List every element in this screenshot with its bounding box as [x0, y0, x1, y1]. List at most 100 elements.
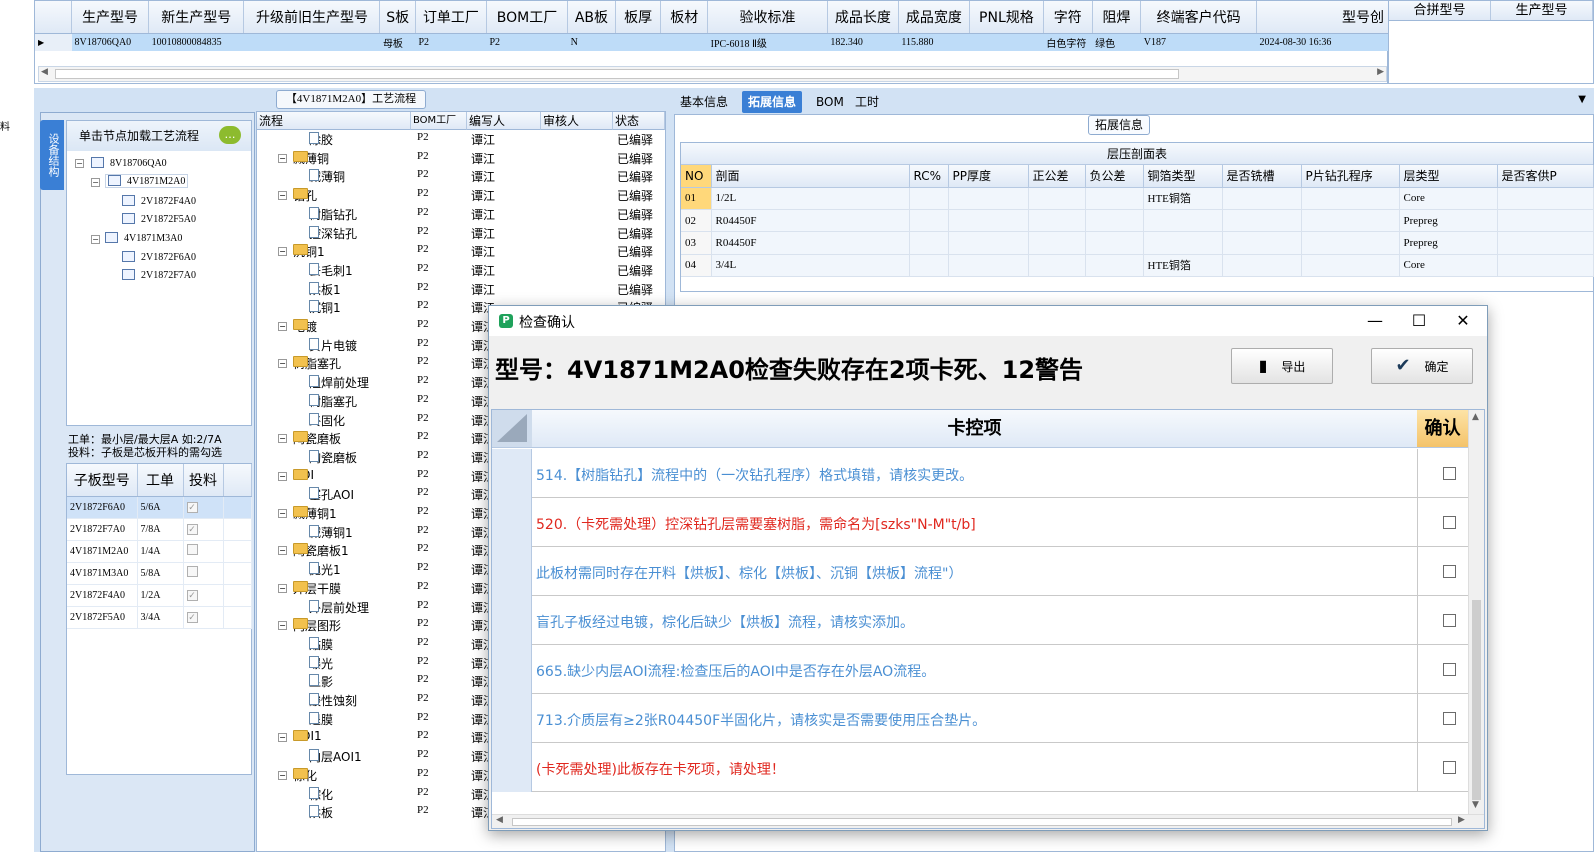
tab-device-structure[interactable]: 设备结构 — [40, 120, 64, 190]
process-row[interactable]: 烘板1 P2 谭江 已编驿 — [257, 280, 665, 299]
process-name-cell[interactable]: 树脂塞孔 — [309, 393, 357, 410]
checkbox[interactable] — [186, 566, 198, 577]
process-bom[interactable]: P2 — [417, 655, 429, 667]
cell[interactable]: 10010800084835 — [148, 33, 244, 51]
process-bom[interactable]: P2 — [417, 225, 429, 237]
cell[interactable] — [243, 33, 380, 51]
table-row[interactable]: 2V1872F6A0 5/6A ✓ — [67, 496, 252, 519]
process-bom[interactable]: P2 — [417, 505, 429, 517]
collapse-icon[interactable]: − — [278, 191, 287, 201]
cell[interactable]: R04450F — [711, 231, 910, 255]
col-header[interactable]: 铜箔类型 — [1143, 165, 1223, 188]
cell[interactable]: 母板 — [379, 33, 416, 51]
cell[interactable] — [660, 33, 708, 51]
tree-node[interactable]: 2V1872F7A0 — [122, 269, 196, 281]
collapse-icon[interactable]: − — [75, 159, 84, 168]
cell[interactable]: 182.340 — [827, 33, 899, 51]
row-header[interactable] — [492, 645, 532, 694]
process-bom[interactable]: P2 — [417, 636, 429, 648]
checkbox[interactable] — [186, 544, 198, 555]
process-name-cell[interactable]: 棕化 — [293, 767, 317, 784]
collapse-icon[interactable]: − — [278, 359, 287, 369]
process-bom[interactable]: P2 — [417, 804, 429, 816]
process-name-cell[interactable]: 外层前处理 — [309, 599, 369, 616]
col-header[interactable]: 合拼型号 — [1389, 1, 1491, 20]
cell[interactable]: 03 — [681, 231, 712, 255]
process-status[interactable]: 已编驿 — [617, 206, 653, 223]
process-row[interactable]: 除胶 P2 谭江 已编驿 — [257, 130, 665, 149]
cell[interactable]: N — [567, 33, 616, 51]
cell[interactable]: 115.880 — [898, 33, 970, 51]
select-all-corner[interactable] — [492, 410, 532, 448]
horizontal-scrollbar[interactable]: ◀ ▶ — [492, 814, 1484, 828]
cell[interactable] — [969, 33, 1044, 51]
process-name-cell[interactable]: 沉铜1 — [293, 243, 325, 260]
row-header[interactable] — [492, 743, 532, 792]
cell[interactable] — [1143, 231, 1223, 255]
cell[interactable]: 5/8A — [137, 562, 184, 585]
collapse-icon[interactable]: − — [91, 235, 100, 244]
dialog-titlebar[interactable]: P 检查确认 — ☐ ✕ — [489, 306, 1487, 336]
cell[interactable] — [183, 562, 224, 585]
process-bom[interactable]: P2 — [417, 617, 429, 629]
collapse-icon[interactable]: − — [278, 770, 287, 780]
table-row[interactable]: 03 R04450F Prepreg — [681, 231, 1594, 255]
tree-node-selected[interactable]: 4V1871M2A0 — [105, 174, 189, 188]
scroll-up-icon[interactable]: ▲ — [1472, 412, 1479, 422]
row-header[interactable] — [492, 547, 532, 596]
collapse-icon[interactable]: − — [278, 471, 287, 481]
scroll-thumb[interactable] — [1472, 600, 1481, 800]
vertical-scrollbar[interactable]: ▲ ▼ — [1468, 410, 1484, 814]
cell[interactable]: HTE铜箔 — [1143, 254, 1223, 278]
process-row[interactable]: 去毛刺1 P2 谭江 已编驿 — [257, 261, 665, 280]
collapse-icon[interactable]: − — [278, 153, 287, 163]
cell[interactable]: 02 — [681, 209, 712, 233]
process-bom[interactable]: P2 — [417, 711, 429, 723]
row-header[interactable] — [492, 596, 532, 645]
process-bom[interactable]: P2 — [417, 206, 429, 218]
col-header[interactable]: PNL规格 — [969, 1, 1044, 34]
export-button[interactable]: ▮ 导出 — [1231, 348, 1333, 384]
col-header[interactable]: 生产型号 — [1491, 1, 1593, 20]
col-header[interactable]: 阻焊 — [1092, 1, 1142, 34]
cell[interactable]: Core — [1399, 254, 1498, 278]
tree-node[interactable]: 2V1872F4A0 — [122, 195, 196, 207]
confirm-checkbox[interactable] — [1443, 712, 1456, 725]
process-name-cell[interactable]: 除胶 — [309, 131, 333, 148]
process-name-cell[interactable]: 棕化 — [309, 786, 333, 803]
cell[interactable]: Prepreg — [1399, 209, 1498, 233]
tree-node[interactable]: 2V1872F6A0 — [122, 251, 196, 263]
col-header[interactable]: 正公差 — [1028, 165, 1086, 188]
process-name-cell[interactable]: 酸性蚀刻 — [309, 692, 357, 709]
process-name-cell[interactable]: 抛光1 — [309, 561, 341, 578]
process-bom[interactable]: P2 — [417, 692, 429, 704]
scroll-thumb[interactable] — [55, 69, 1179, 79]
process-row[interactable]: 树脂钻孔 P2 谭江 已编驿 — [257, 205, 665, 224]
process-name-cell[interactable]: 烘板 — [309, 804, 333, 821]
cell[interactable]: V187 — [1140, 33, 1257, 51]
tree-node[interactable]: 4V1871M3A0 — [105, 232, 182, 244]
col-header[interactable]: 板厚 — [615, 1, 662, 34]
cell[interactable] — [615, 33, 661, 51]
process-bom[interactable]: P2 — [417, 786, 429, 798]
cell[interactable]: HTE铜箔 — [1143, 187, 1223, 210]
tab-work-hours[interactable]: 工时 — [849, 91, 885, 113]
table-row[interactable]: ▶ 8V18706QA0 10010800084835 母板 P2 P2 N I… — [35, 33, 1389, 51]
tab-process-flow[interactable]: 【4V1871M2A0】工艺流程 — [276, 90, 426, 109]
process-status[interactable]: 已编驿 — [617, 150, 653, 167]
cell[interactable]: 4V1871M3A0 — [67, 562, 138, 585]
process-name-cell[interactable]: AOI — [293, 468, 314, 482]
checkbox-checked[interactable]: ✓ — [186, 501, 198, 513]
check-item-row[interactable]: 665.缺少内层AOI流程:检查压后的AOI中是否存在外层AO流程。 — [492, 645, 1468, 694]
process-name-cell[interactable]: 负片电镀 — [309, 337, 357, 354]
process-bom[interactable]: P2 — [417, 524, 429, 536]
process-bom[interactable]: P2 — [417, 168, 429, 180]
confirm-button[interactable]: ✔ 确定 — [1371, 348, 1473, 384]
col-header[interactable]: 确认 — [1417, 410, 1468, 448]
cell[interactable]: R04450F — [711, 209, 910, 233]
maximize-icon[interactable]: ☐ — [1397, 306, 1441, 336]
process-writer[interactable]: 谭江 — [471, 131, 495, 148]
process-writer[interactable]: 谭江 — [471, 281, 495, 298]
col-header[interactable]: 新生产型号 — [148, 1, 245, 34]
table-row[interactable]: 04 3/4L HTE铜箔 Core — [681, 254, 1594, 278]
